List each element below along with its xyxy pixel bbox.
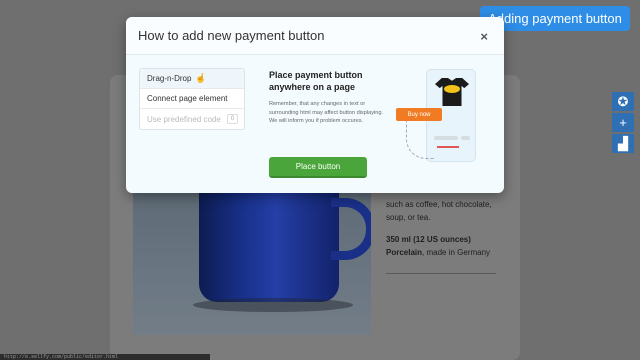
hand-cursor-icon: ☝ bbox=[195, 73, 207, 83]
product-description-line: such as coffee, hot chocolate, bbox=[386, 200, 492, 209]
payment-button-modal: How to add new payment button × Drag-n-D… bbox=[126, 17, 504, 193]
mug-body bbox=[199, 190, 339, 302]
product-volume: 350 ml (12 US ounces) bbox=[386, 235, 471, 244]
star-badge-icon[interactable]: ✪ bbox=[612, 92, 634, 111]
tab-label: Drag-n-Drop bbox=[147, 74, 192, 83]
product-image bbox=[133, 190, 371, 335]
mug-handle bbox=[331, 198, 371, 260]
tab-use-predefined-code[interactable]: Use predefined code 0 bbox=[140, 109, 244, 129]
placeholder-price-line bbox=[437, 146, 459, 148]
mug-shadow bbox=[193, 298, 353, 312]
dashed-arrow bbox=[406, 117, 434, 159]
divider bbox=[386, 273, 496, 274]
bat-logo-icon bbox=[444, 85, 460, 93]
place-button[interactable]: Place button bbox=[269, 157, 367, 178]
material-rest: , made in Germany bbox=[422, 248, 491, 257]
side-toolbar: ✪ + ▟ bbox=[612, 92, 634, 155]
modal-note: Remember, that any changes in text or su… bbox=[269, 101, 384, 124]
material-bold: Porcelain bbox=[386, 248, 423, 257]
product-description-line: soup, or tea. bbox=[386, 213, 431, 222]
tab-label: Connect page element bbox=[147, 94, 228, 103]
buy-now-button: Buy now bbox=[396, 108, 442, 121]
tab-label: Use predefined code bbox=[147, 114, 221, 124]
close-icon[interactable]: × bbox=[480, 29, 488, 44]
tab-connect-page-element[interactable]: Connect page element bbox=[140, 89, 244, 109]
method-tabs: Drag-n-Drop ☝ Connect page element Use p… bbox=[139, 68, 245, 130]
modal-title: How to add new payment button bbox=[138, 28, 325, 43]
placeholder-line bbox=[461, 136, 470, 140]
tab-drag-n-drop[interactable]: Drag-n-Drop ☝ bbox=[140, 69, 244, 89]
plus-icon[interactable]: + bbox=[612, 113, 634, 132]
product-material: Porcelain, made in Germany bbox=[386, 248, 490, 257]
modal-headline: Place payment button anywhere on a page bbox=[269, 70, 363, 92]
modal-header: How to add new payment button × bbox=[126, 17, 504, 55]
placeholder-line bbox=[434, 136, 458, 140]
status-bar: http://e.sellfy.com/public/editor.html bbox=[0, 354, 210, 360]
tab-count-badge: 0 bbox=[227, 114, 238, 124]
chart-icon[interactable]: ▟ bbox=[612, 134, 634, 153]
